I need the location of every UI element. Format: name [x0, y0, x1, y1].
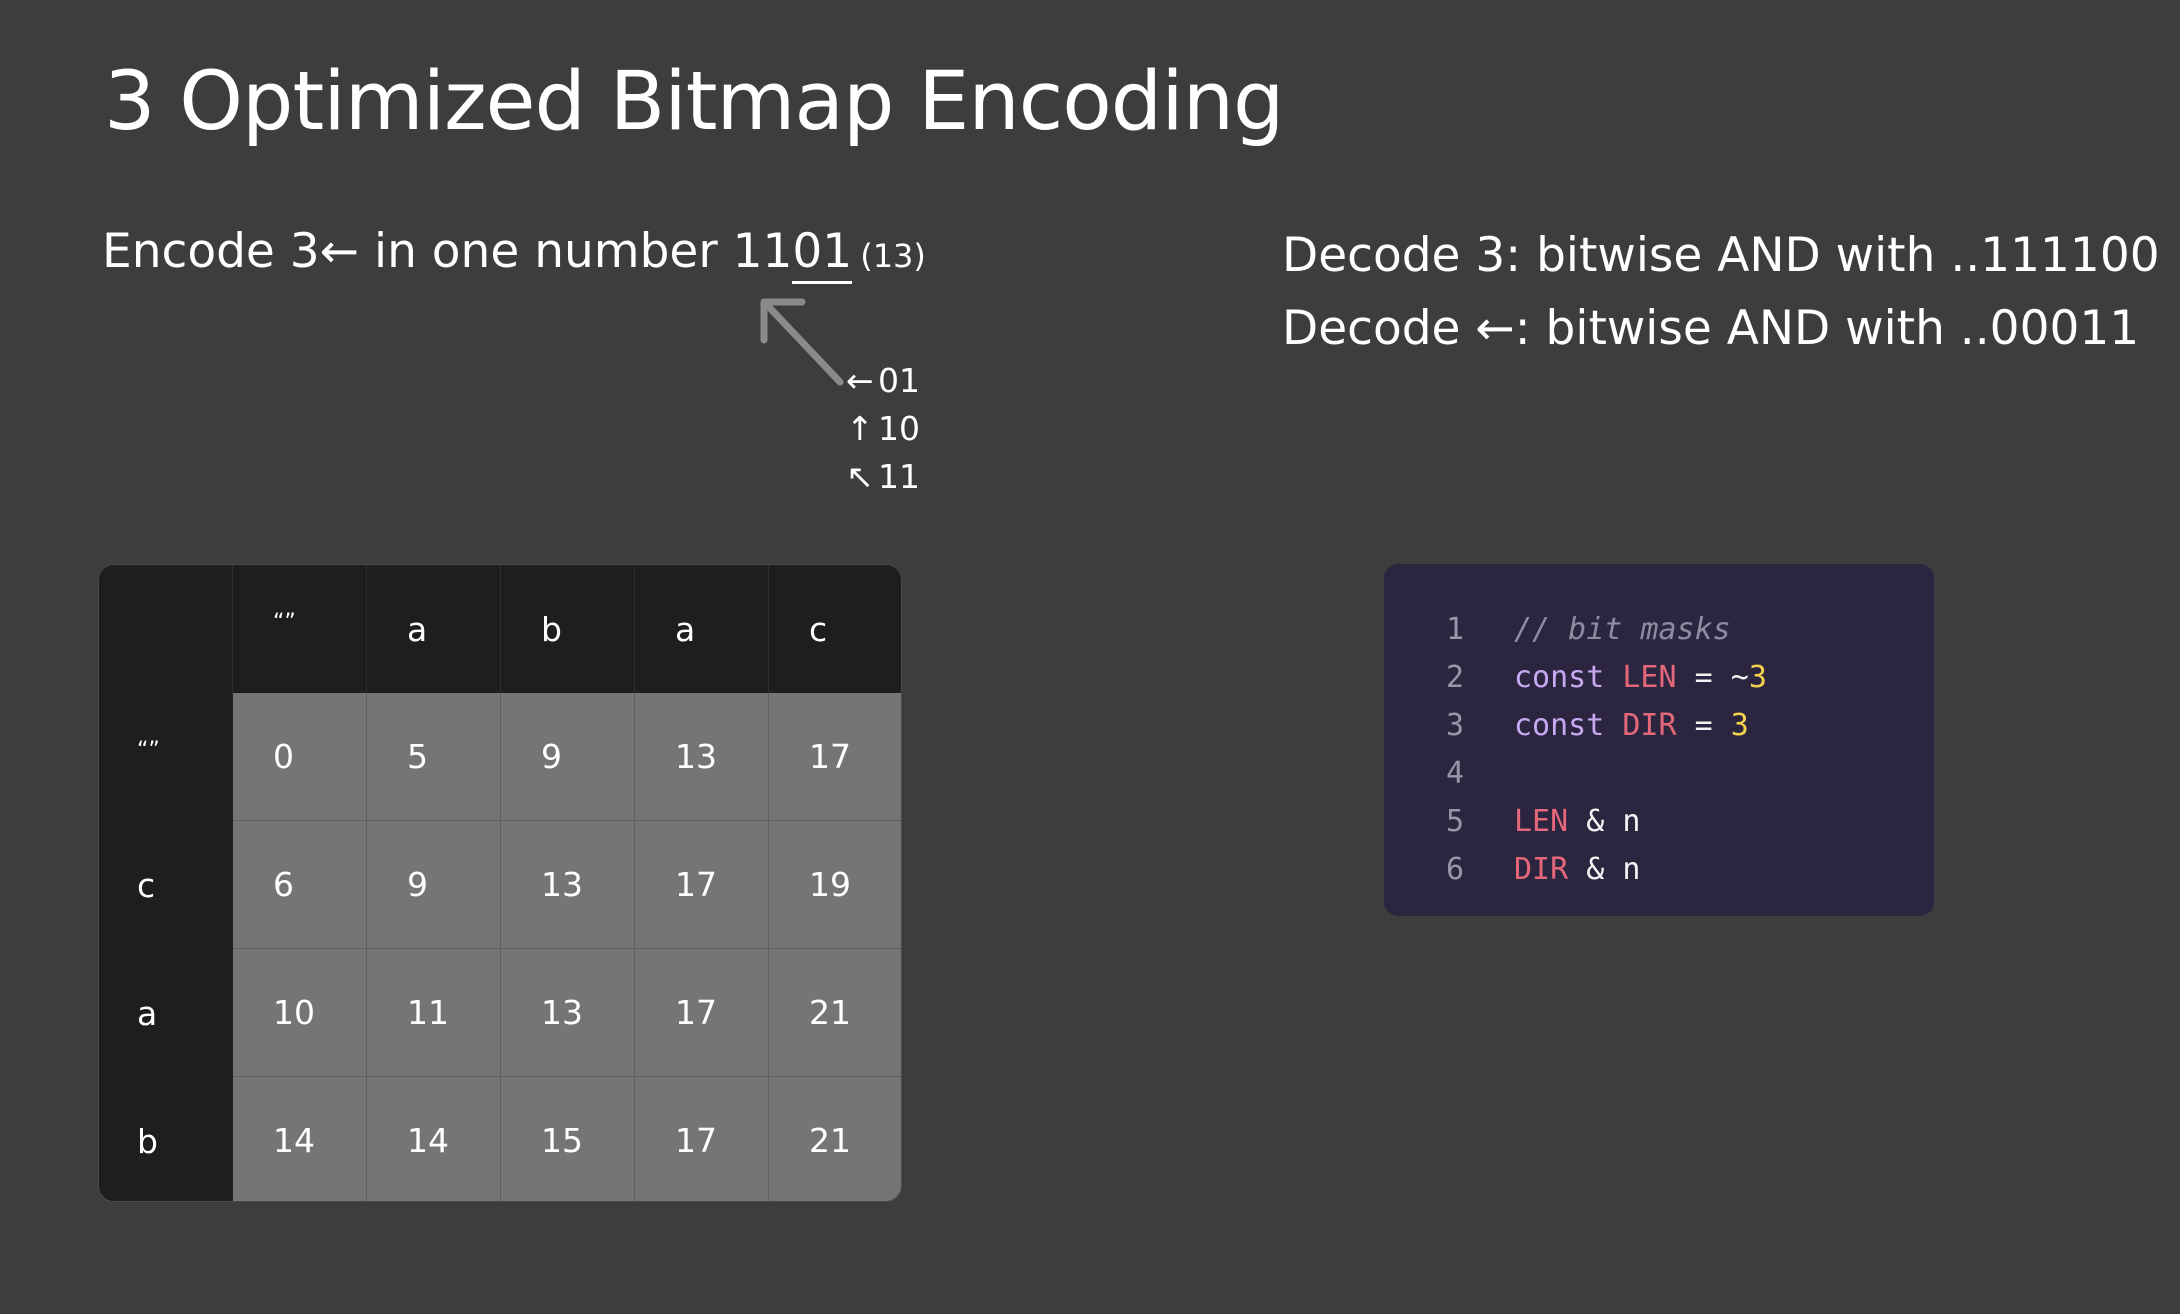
row-header: a: [99, 949, 233, 1077]
table-cell: 14: [367, 1077, 501, 1201]
decode-length-line: Decode 3: bitwise AND with ..111100: [1282, 228, 2160, 283]
row-header: b: [99, 1077, 233, 1201]
code-token: = ~: [1676, 660, 1749, 695]
table-cell: 14: [233, 1077, 367, 1201]
line-number: 4: [1445, 756, 1464, 791]
line-number: 2: [1445, 660, 1464, 695]
code-token: LEN: [1622, 660, 1677, 695]
table-cell: 9: [367, 821, 501, 949]
code-line: 1 // bit masks: [1384, 606, 1934, 654]
page-title: 3 Optimized Bitmap Encoding: [104, 55, 1284, 149]
encode-decimal: (13): [860, 237, 926, 275]
table-cell: 21: [769, 1077, 901, 1201]
table-cell: 17: [769, 693, 901, 821]
code-token: 3: [1748, 660, 1767, 695]
table-cell: 9: [501, 693, 635, 821]
legend-item-up: ↑ 10: [846, 412, 920, 445]
dp-table: “” a b a c “” 0 5 9 13 17 c 6 9 13 17 19…: [98, 564, 902, 1202]
code-content: // bit masks: [1514, 606, 1731, 654]
encode-underlined-bits: 01: [792, 228, 853, 284]
line-number: 5: [1445, 804, 1464, 839]
left-arrow-icon: ←: [846, 361, 874, 400]
encode-mid: in one number 11: [359, 224, 793, 279]
legend-item-left: ← 01: [846, 364, 920, 397]
code-content: const DIR = 3: [1514, 702, 1749, 750]
table-cell: 6: [233, 821, 367, 949]
code-token: DIR: [1514, 852, 1569, 887]
decode-direction-line: Decode ←: bitwise AND with ..00011: [1282, 301, 2140, 356]
code-line: 3 const DIR = 3: [1384, 702, 1934, 750]
table-corner: [99, 565, 233, 693]
table-cell: 13: [501, 821, 635, 949]
code-token: & n: [1568, 804, 1641, 839]
code-token: =: [1676, 708, 1731, 743]
diagonal-up-left-arrow-icon: ↖: [846, 457, 874, 496]
code-token: LEN: [1514, 804, 1569, 839]
code-token: 3: [1730, 708, 1749, 743]
line-number: 3: [1445, 708, 1464, 743]
col-header: c: [769, 565, 901, 693]
legend-item-diagonal: ↖ 11: [846, 460, 920, 493]
code-line: 4: [1384, 750, 1934, 798]
table-cell: 11: [367, 949, 501, 1077]
col-header: a: [367, 565, 501, 693]
table-cell: 17: [635, 1077, 769, 1201]
pointer-arrow-icon: [760, 298, 844, 386]
code-token: const: [1514, 708, 1623, 743]
code-block: 1// bit masks 2 const LEN = ~3 3 const DIR =…: [1384, 564, 1934, 916]
line-number: 6: [1445, 852, 1464, 887]
table-cell: 21: [769, 949, 901, 1077]
legend-bits: 01: [878, 361, 920, 400]
code-token: const: [1514, 660, 1623, 695]
code-token: DIR: [1622, 708, 1677, 743]
code-token: // bit masks: [1514, 612, 1731, 647]
left-arrow-icon: ←: [319, 224, 360, 279]
encode-line: Encode 3← in one number 1101 (13): [102, 228, 926, 284]
code-line: 6 DIR & n: [1384, 846, 1934, 894]
code-line: 2 const LEN = ~3: [1384, 654, 1934, 702]
col-header: a: [635, 565, 769, 693]
table-cell: 13: [635, 693, 769, 821]
code-line: 5 LEN & n: [1384, 798, 1934, 846]
col-header: “”: [233, 565, 367, 693]
table-cell: 0: [233, 693, 367, 821]
table-cell: 17: [635, 821, 769, 949]
up-arrow-icon: ↑: [846, 409, 874, 448]
table-cell: 17: [635, 949, 769, 1077]
table-cell: 5: [367, 693, 501, 821]
row-header: c: [99, 821, 233, 949]
col-header: b: [501, 565, 635, 693]
encode-prefix: Encode 3: [102, 224, 320, 279]
code-content: DIR & n: [1514, 846, 1640, 894]
legend-bits: 11: [878, 457, 920, 496]
code-content: LEN & n: [1514, 798, 1640, 846]
code-token: & n: [1568, 852, 1641, 887]
table-cell: 15: [501, 1077, 635, 1201]
row-header: “”: [99, 693, 233, 821]
line-number: 1: [1445, 612, 1464, 647]
table-cell: 10: [233, 949, 367, 1077]
legend-bits: 10: [878, 409, 920, 448]
code-content: const LEN = ~3: [1514, 654, 1767, 702]
table-cell: 13: [501, 949, 635, 1077]
table-cell: 19: [769, 821, 901, 949]
